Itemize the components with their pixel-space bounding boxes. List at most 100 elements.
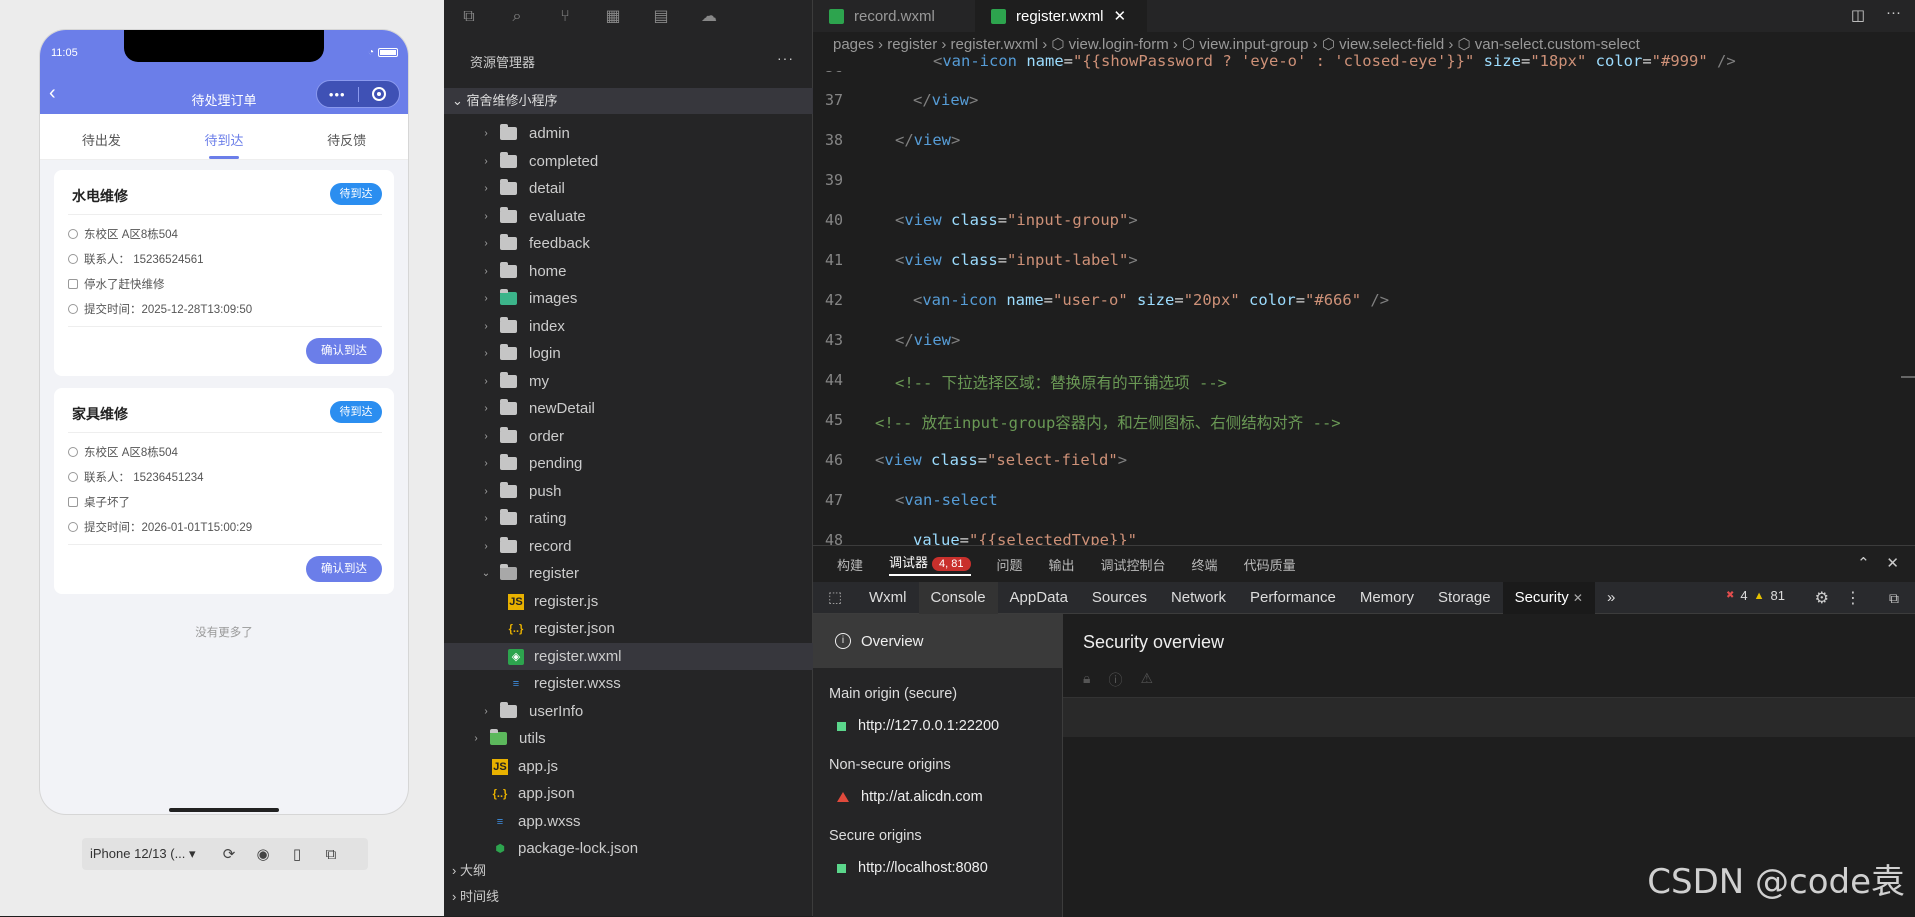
tab-storage[interactable]: Storage [1426,582,1503,614]
file-item[interactable]: ≡ app.wxss [444,808,813,835]
file-item[interactable]: ≡ register.wxss [444,670,813,697]
folder-item[interactable]: › utils [444,725,813,752]
project-root[interactable]: ⌄ 宿舍维修小程序 [444,88,813,114]
code-line[interactable]: 48 value="{{selectedType}}" [813,531,1915,545]
tab-build[interactable]: 构建 [837,555,863,574]
non-secure-origin-item[interactable]: http://at.alicdn.com [837,789,983,805]
mini-program-capsule[interactable]: ••• [316,80,400,108]
folder-item[interactable]: › newDetail [444,395,813,422]
debug-icon[interactable]: ▤ [650,6,672,28]
tab-code-quality[interactable]: 代码质量 [1244,555,1296,574]
issue-counter[interactable]: ✖ 4 ▲ 81 [1726,588,1785,603]
split-editor-icon[interactable]: ◫ [1851,6,1865,24]
code-line[interactable]: 44 <!-- 下拉选择区域：替换原有的平铺选项 --> [813,371,1915,411]
close-icon[interactable]: ✕ [1573,591,1583,605]
code-line[interactable]: 42 <van-icon name="user-o" size="20px" co… [813,291,1915,331]
chevron-up-icon[interactable]: ⌃ [1857,555,1870,572]
folder-item[interactable]: › login [444,340,813,367]
search-icon[interactable]: ⌕ [506,6,528,28]
more-icon[interactable]: ··· [777,50,794,66]
code-line[interactable]: 39 [813,171,1915,211]
folder-item[interactable]: › evaluate [444,203,813,230]
tab-memory[interactable]: Memory [1348,582,1426,614]
file-item[interactable]: JS register.js [444,588,813,615]
folder-item-open[interactable]: ⌄ register [444,560,813,587]
rotate-icon[interactable]: ⟳ [212,845,246,863]
settings-gear-icon[interactable]: ⚙ [1815,588,1829,608]
folder-item[interactable]: › record [444,533,813,560]
dock-icon[interactable]: ⧉ [1889,590,1899,607]
tab-problems[interactable]: 问题 [997,555,1023,574]
folder-item[interactable]: › order [444,423,813,450]
folder-item[interactable]: › index [444,313,813,340]
confirm-arrival-button[interactable]: 确认到达 [306,556,382,582]
order-card[interactable]: 水电维修 待到达 东校区 A区8栋504 联系人： 15236524561 停水… [54,170,394,376]
main-origin-item[interactable]: http://127.0.0.1:22200 [837,718,999,734]
tab-terminal[interactable]: 终端 [1192,555,1218,574]
tab-pending-arrival[interactable]: 待到达 [163,114,286,159]
code-line[interactable]: 45 <!-- 放在input-group容器内，和左侧图标、右侧结构对齐 --> [813,411,1915,451]
kebab-menu-icon[interactable]: ⋮ [1845,588,1861,608]
file-item[interactable]: JS app.js [444,753,813,780]
more-tabs-icon[interactable]: » [1595,582,1627,614]
folder-item[interactable]: › pending [444,450,813,477]
code-line[interactable]: 38 </view> [813,131,1915,171]
tab-wxml[interactable]: Wxml [857,582,919,614]
device-select[interactable]: iPhone 12/13 (... ▾ [82,846,212,862]
tab-sources[interactable]: Sources [1080,582,1159,614]
file-item[interactable]: {..} app.json [444,780,813,807]
tab-network[interactable]: Network [1159,582,1238,614]
folder-item[interactable]: › feedback [444,230,813,257]
folder-item[interactable]: › userInfo [444,698,813,725]
cloud-icon[interactable]: ☁ [698,6,720,28]
tab-security[interactable]: Security ✕ [1502,581,1595,614]
code-line[interactable]: 36 <van-icon name="{{showPassword ? 'eye… [813,50,1915,72]
extensions-icon[interactable]: ▦ [602,6,624,28]
record-icon[interactable]: ◉ [246,845,280,863]
code-line[interactable]: 41 <view class="input-label"> [813,251,1915,291]
more-dots-icon[interactable]: ••• [317,86,359,102]
secure-origin-item[interactable]: http://localhost:8080 [837,860,988,876]
tab-pending-feedback[interactable]: 待反馈 [285,114,408,159]
folder-item[interactable]: › home [444,258,813,285]
scrollbar-marker[interactable] [1901,376,1915,378]
folder-icon [500,289,517,305]
inspect-icon[interactable]: ⬚ [813,582,857,614]
tab-output[interactable]: 输出 [1049,555,1075,574]
file-item[interactable]: ◈ register.wxml [444,643,813,670]
code-line[interactable]: 46 <view class="select-field"> [813,451,1915,491]
close-icon[interactable]: ✕ [1114,7,1127,25]
overview-item[interactable]: i Overview [813,614,1063,668]
folder-item[interactable]: › admin [444,120,813,147]
tab-debug-console[interactable]: 调试控制台 [1101,555,1166,574]
folder-item[interactable]: › rating [444,505,813,532]
folder-item[interactable]: › detail [444,175,813,202]
phone-icon[interactable]: ▯ [280,845,314,863]
tab-register-wxml[interactable]: register.wxml ✕ [975,0,1147,32]
tab-pending-departure[interactable]: 待出发 [40,114,163,159]
window-icon[interactable]: ⧉ [314,846,348,863]
tab-record-wxml[interactable]: record.wxml [813,0,973,32]
order-card[interactable]: 家具维修 待到达 东校区 A区8栋504 联系人： 15236451234 桌子… [54,388,394,594]
code-line[interactable]: 37 </view> [813,91,1915,131]
tab-debugger[interactable]: 调试器 4, 81 [889,552,971,576]
tab-appdata[interactable]: AppData [998,582,1080,614]
confirm-arrival-button[interactable]: 确认到达 [306,338,382,364]
code-line[interactable]: 40 <view class="input-group"> [813,211,1915,251]
files-icon[interactable]: ⧉ [458,6,480,28]
code-line[interactable]: 47 <van-select [813,491,1915,531]
source-control-icon[interactable]: ⑂ [554,6,576,28]
outline-section[interactable]: › 大纲 [444,858,813,884]
close-icon[interactable]: ✕ [1886,555,1899,572]
folder-item[interactable]: › my [444,368,813,395]
close-target-icon[interactable] [359,87,400,101]
file-item[interactable]: {..} register.json [444,615,813,642]
more-actions-icon[interactable]: ··· [1886,4,1901,21]
tab-console[interactable]: Console [918,581,998,614]
code-line[interactable]: 43 </view> [813,331,1915,371]
folder-item[interactable]: › completed [444,148,813,175]
folder-item[interactable]: › push [444,478,813,505]
tab-performance[interactable]: Performance [1238,582,1348,614]
timeline-section[interactable]: › 时间线 [444,884,813,910]
folder-item[interactable]: › images [444,285,813,312]
